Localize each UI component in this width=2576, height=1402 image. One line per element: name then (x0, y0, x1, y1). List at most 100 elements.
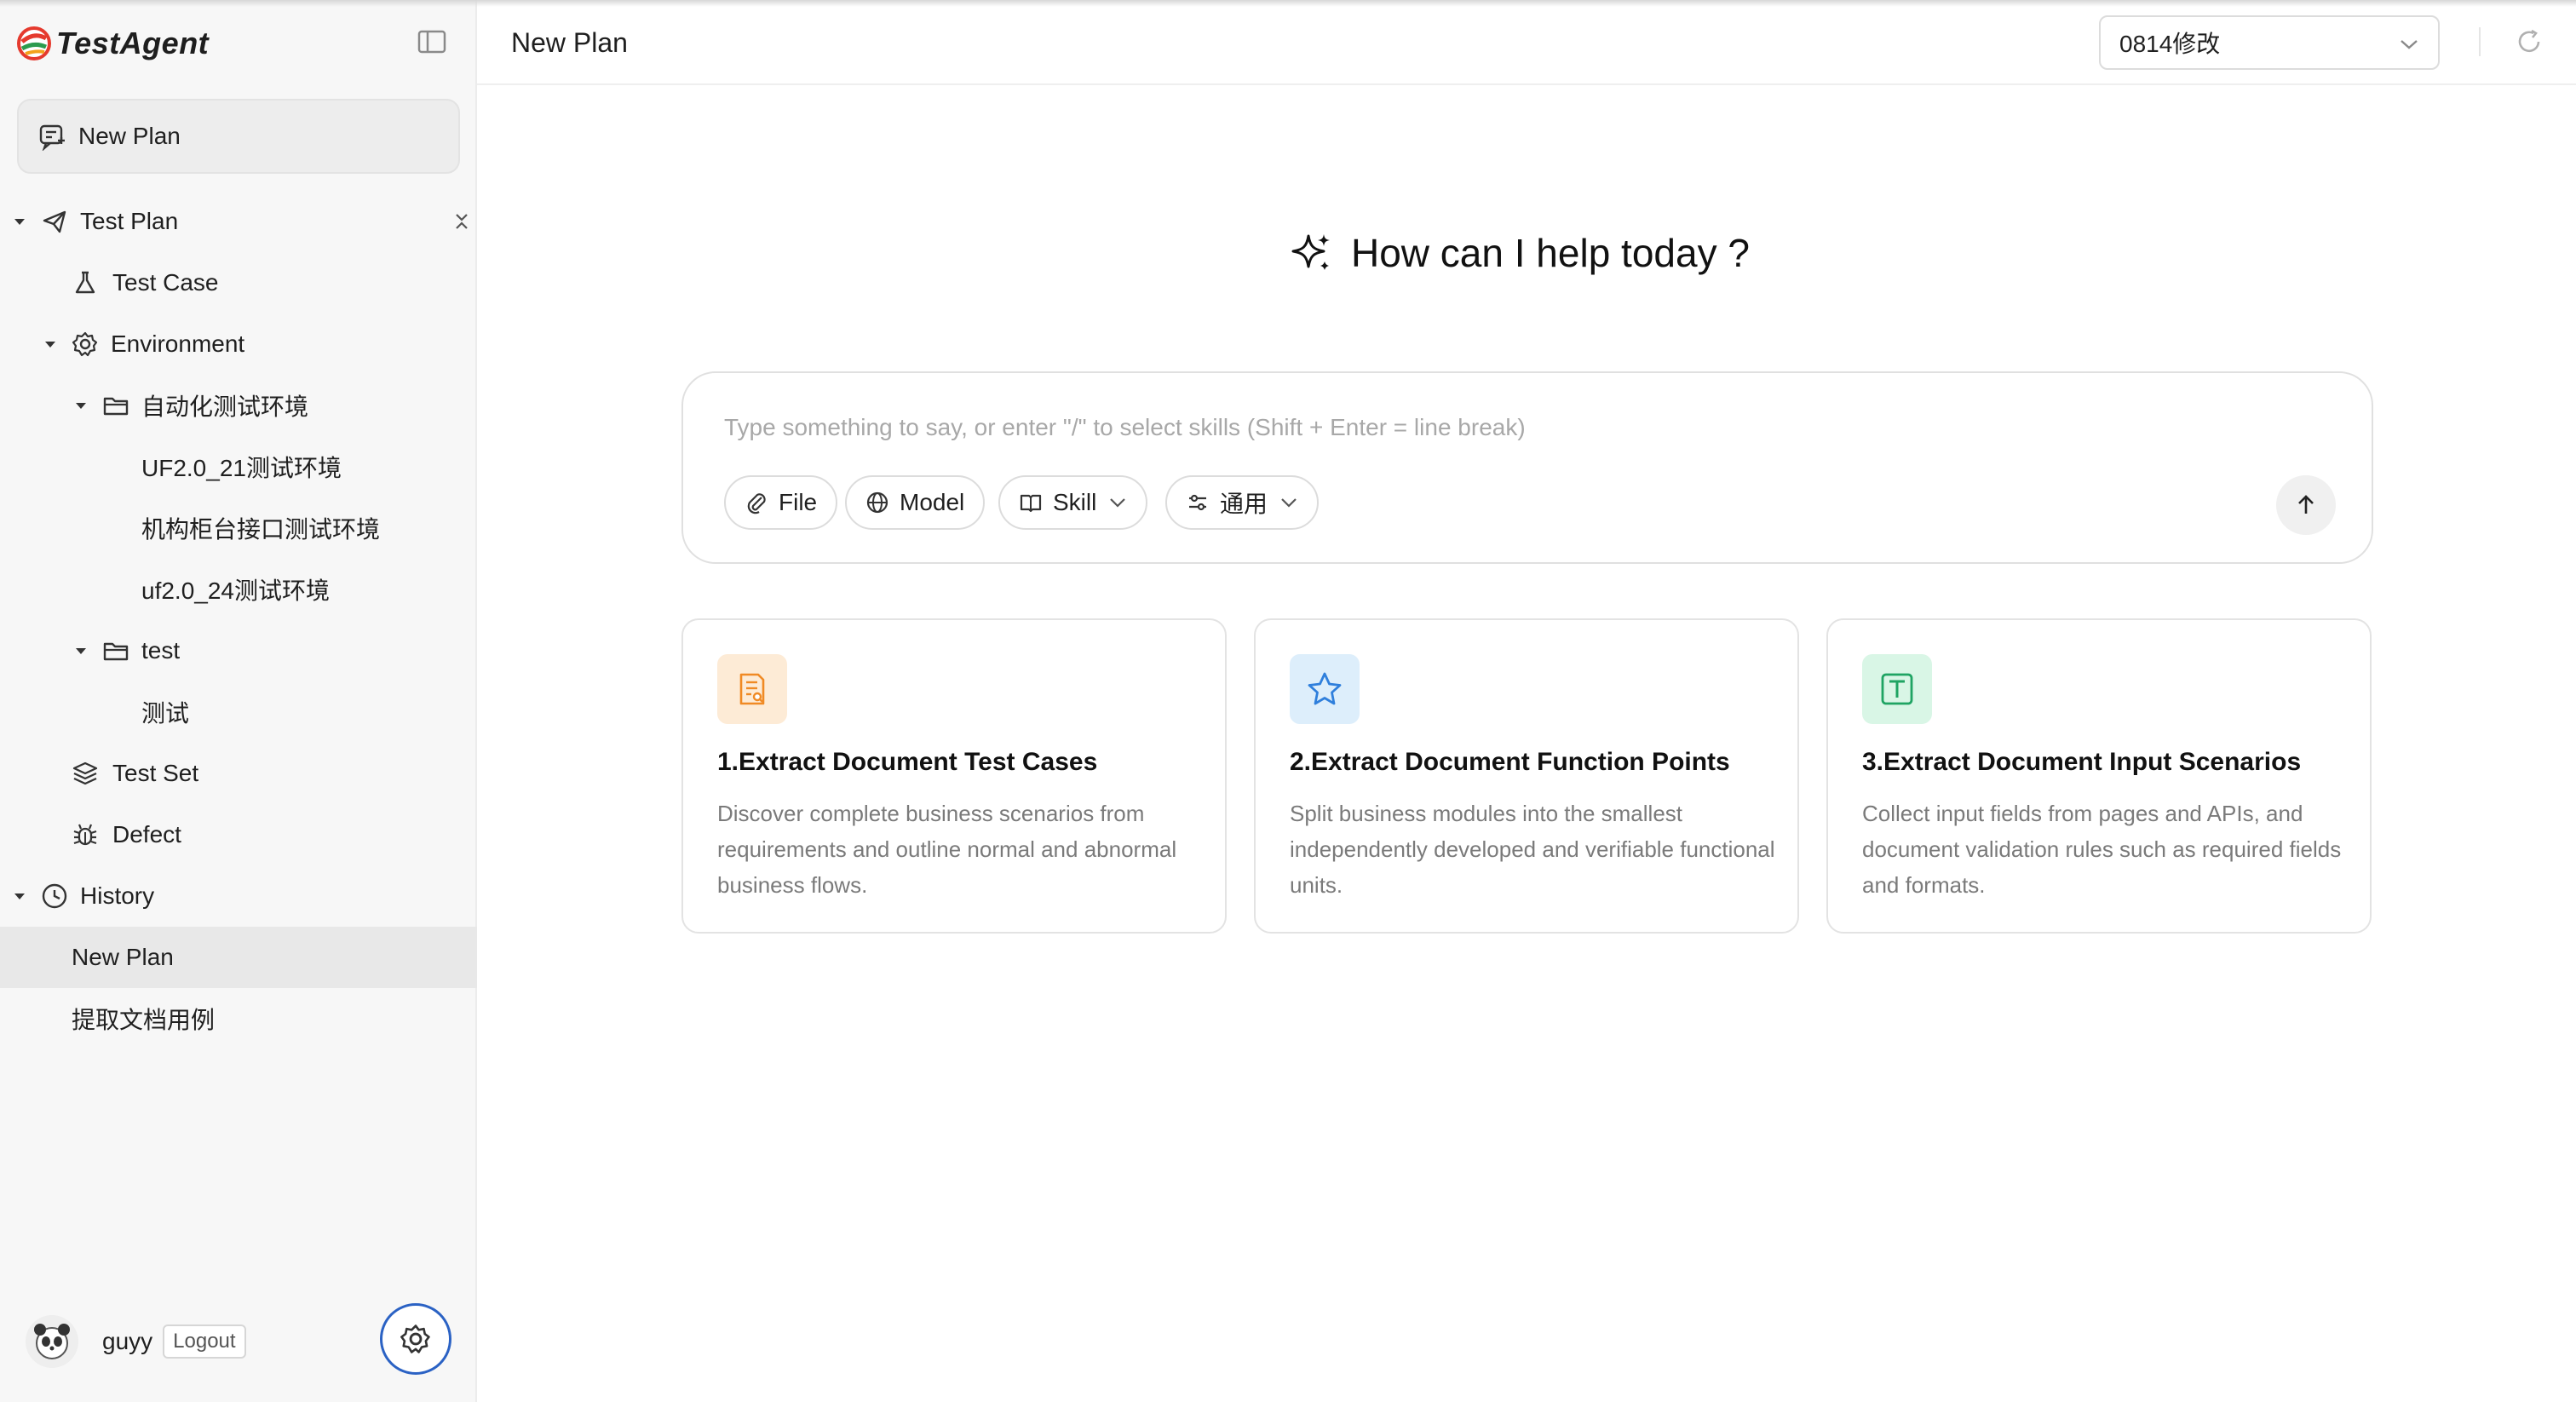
chat-input[interactable] (724, 411, 2172, 445)
gear-icon (400, 1324, 430, 1353)
sidebar-item-label: 机构柜台接口测试环境 (141, 516, 381, 543)
sidebar-item-label: Environment (111, 330, 245, 357)
file-chip-button[interactable]: File (724, 475, 838, 530)
document-search-icon (739, 673, 765, 705)
new-plan-button[interactable]: New Plan (17, 99, 460, 174)
card-description: Discover complete business scenarios fro… (717, 801, 1177, 898)
top-header: New Plan 0814修改 (477, 0, 2576, 85)
book-icon (1020, 494, 1042, 513)
suggestion-card-test-cases[interactable]: 1.Extract Document Test Cases Discover c… (681, 618, 1227, 934)
testagent-logo-icon (17, 26, 51, 60)
history-item-new-plan[interactable]: New Plan (0, 927, 477, 988)
chevron-down-icon (1281, 498, 1297, 508)
chevron-down-icon (1110, 498, 1126, 508)
sidebar-item-label: UF2.0_21测试环境 (141, 455, 342, 481)
card-icon-badge (1862, 654, 1932, 724)
caret-down-icon[interactable] (75, 399, 87, 411)
username: guyy (102, 1328, 153, 1354)
logout-button[interactable]: Logout (163, 1324, 246, 1359)
sidebar-item-test-case[interactable]: Test Case (0, 252, 477, 313)
collapse-all-icon[interactable] (453, 210, 470, 233)
star-icon (1308, 672, 1342, 705)
globe-icon (866, 491, 888, 514)
card-title: 1.Extract Document Test Cases (717, 748, 1098, 776)
sidebar-item-test-folder[interactable]: test (0, 620, 477, 681)
project-select[interactable]: 0814修改 (2099, 15, 2440, 70)
sidebar-item-label: Defect (112, 821, 181, 848)
greeting-heading: How can I help today ? (1290, 223, 1750, 283)
caret-down-icon[interactable] (14, 215, 26, 227)
window-top-shadow (0, 0, 2576, 7)
layers-icon (72, 761, 98, 785)
card-icon-badge (717, 654, 787, 724)
suggestion-card-input-scenarios[interactable]: 3.Extract Document Input Scenarios Colle… (1826, 618, 2372, 934)
greeting-text: How can I help today ? (1351, 231, 1750, 275)
chip-label: 通用 (1220, 491, 1268, 517)
send-button[interactable] (2276, 475, 2336, 535)
bug-icon (73, 824, 97, 846)
sidebar-item-label: History (80, 882, 155, 909)
sidebar-item-counter-api-env[interactable]: 机构柜台接口测试环境 (0, 497, 477, 559)
chat-composer: File Model Skill 通用 (681, 371, 2373, 564)
sidebar-item-label: Test Set (112, 760, 199, 786)
sparkle-icon (1291, 234, 1330, 270)
chip-label: File (779, 489, 818, 515)
card-description: Collect input fields from pages and APIs… (1862, 801, 2342, 898)
sidebar-item-uf21-env[interactable]: UF2.0_21测试环境 (0, 436, 477, 497)
general-chip-button[interactable]: 通用 (1165, 475, 1320, 530)
history-item-extract-doc-cases[interactable]: 提取文档用例 (0, 988, 477, 1049)
sidebar-item-label: test (141, 637, 181, 664)
sidebar-item-label: uf2.0_24测试环境 (141, 577, 330, 604)
chip-label: Model (900, 489, 965, 515)
header-divider (2479, 27, 2481, 56)
card-description: Split business modules into the smallest… (1290, 801, 1775, 898)
app-name: TestAgent (56, 26, 210, 60)
chevron-down-icon (2401, 40, 2418, 49)
sidebar-item-ceshi[interactable]: 测试 (0, 681, 477, 743)
arrow-up-icon (2298, 495, 2314, 514)
panda-avatar-icon (34, 1324, 70, 1359)
folder-icon (103, 642, 129, 661)
sidebar-item-uf24-env[interactable]: uf2.0_24测试环境 (0, 559, 477, 620)
refresh-icon[interactable] (2515, 27, 2544, 56)
new-plan-label: New Plan (78, 123, 181, 149)
sidebar-item-label: New Plan (72, 944, 174, 970)
sidebar-toggle-icon[interactable] (417, 29, 446, 55)
avatar[interactable] (26, 1315, 78, 1368)
skill-chip-button[interactable]: Skill (998, 475, 1148, 530)
project-select-value: 0814修改 (2119, 31, 2221, 57)
page-title: New Plan (511, 27, 628, 58)
sidebar-item-environment[interactable]: Environment (0, 313, 477, 375)
clock-icon (42, 883, 67, 909)
sidebar-item-label: 提取文档用例 (72, 1007, 216, 1033)
sidebar-item-test-plan[interactable]: Test Plan (0, 191, 477, 252)
caret-down-icon[interactable] (44, 338, 56, 350)
caret-down-icon[interactable] (75, 645, 87, 657)
model-chip-button[interactable]: Model (845, 475, 986, 530)
chip-label: Skill (1053, 489, 1097, 515)
sidebar-item-history[interactable]: History (0, 865, 477, 927)
sidebar-item-auto-test-env[interactable]: 自动化测试环境 (0, 375, 477, 436)
sidebar-item-label: Test Case (112, 269, 219, 296)
text-box-icon (1881, 673, 1913, 705)
app-logo[interactable]: TestAgent (17, 26, 209, 61)
sidebar-item-label: 测试 (141, 700, 190, 727)
gear-icon (72, 331, 98, 357)
paperclip-icon (747, 493, 766, 514)
flask-icon (75, 271, 95, 294)
card-title: 2.Extract Document Function Points (1290, 748, 1730, 776)
suggestion-card-function-points[interactable]: 2.Extract Document Function Points Split… (1254, 618, 1799, 934)
sidebar-item-label: 自动化测试环境 (141, 394, 309, 420)
sidebar: TestAgent New Plan Test Plan Test Case E… (0, 0, 477, 1402)
card-icon-badge (1290, 654, 1360, 724)
settings-button[interactable] (380, 1303, 451, 1375)
sidebar-item-label: Test Plan (80, 208, 179, 234)
sidebar-item-defect[interactable]: Defect (0, 804, 477, 865)
caret-down-icon[interactable] (14, 890, 26, 902)
paper-plane-icon (43, 210, 66, 233)
new-chat-icon (39, 124, 65, 151)
card-title: 3.Extract Document Input Scenarios (1862, 748, 2302, 776)
sidebar-item-test-set[interactable]: Test Set (0, 743, 477, 804)
folder-icon (103, 397, 129, 416)
sliders-icon (1189, 494, 1206, 511)
